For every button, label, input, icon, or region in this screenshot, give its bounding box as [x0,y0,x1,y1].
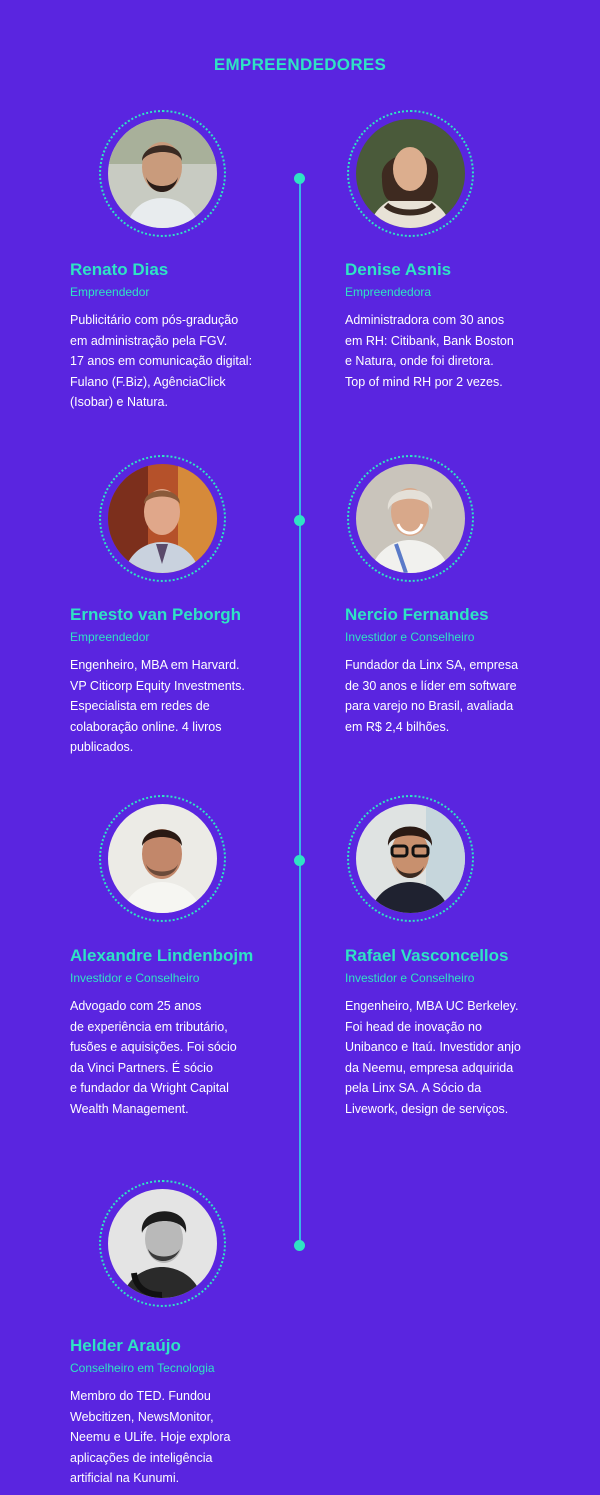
section-title: EMPREENDEDORES [213,55,387,75]
portrait-photo [108,804,217,913]
person-card: Ernesto van Peborgh Empreendedor Engenhe… [70,455,285,755]
person-role: Investidor e Conselheiro [345,971,475,985]
avatar-ring [99,1180,226,1307]
timeline-line [299,178,301,1245]
person-name: Alexandre Lindenbojm [70,946,254,965]
person-name: Denise Asnis [345,260,452,279]
person-name: Renato Dias [70,260,169,279]
timeline-dot [294,1240,305,1251]
timeline-dot [294,515,305,526]
person-role: Empreendedora [345,285,432,299]
person-bio: Fundador da Linx SA, empresa de 30 anos … [345,658,519,734]
avatar-ring [99,110,226,237]
person-name: Nercio Fernandes [345,605,489,624]
person-name: Helder Araújo [70,1336,181,1355]
avatar-ring [347,110,474,237]
person-bio: Advogado com 25 anos de experiência em t… [70,999,237,1116]
person-card: Rafael Vasconcellos Investidor e Conselh… [345,795,560,1125]
avatar-ring [347,795,474,922]
timeline-dot [294,855,305,866]
person-name: Ernesto van Peborgh [70,605,241,624]
person-name: Rafael Vasconcellos [345,946,509,965]
person-bio: Engenheiro, MBA UC Berkeley. Foi head de… [345,999,521,1116]
person-card: Denise Asnis Empreendedora Administrador… [345,110,560,410]
person-role: Conselheiro em Tecnologia [70,1361,215,1375]
person-role: Empreendedor [70,285,150,299]
person-bio: Engenheiro, MBA em Harvard. VP Citicorp … [70,658,245,754]
person-role: Empreendedor [70,630,150,644]
avatar-ring [347,455,474,582]
portrait-photo [356,119,465,228]
person-role: Investidor e Conselheiro [70,971,200,985]
person-role: Investidor e Conselheiro [345,630,475,644]
person-card: Renato Dias Empreendedor Publicitário co… [70,110,285,410]
timeline-dot [294,173,305,184]
avatar-ring [99,795,226,922]
portrait-photo [108,1189,217,1298]
person-bio: Membro do TED. Fundou Webcitizen, NewsMo… [70,1389,231,1485]
avatar-ring [99,455,226,582]
person-card: Helder Araújo Conselheiro em Tecnologia … [70,1180,285,1490]
portrait-photo [108,119,217,228]
person-bio: Administradora com 30 anos em RH: Citiba… [345,313,514,389]
person-card: Alexandre Lindenbojm Investidor e Consel… [70,795,285,1125]
portrait-photo [356,464,465,573]
person-bio: Publicitário com pós-gradução em adminis… [70,313,253,409]
portrait-photo [356,804,465,913]
person-card: Nercio Fernandes Investidor e Conselheir… [345,455,560,755]
portrait-photo [108,464,217,573]
